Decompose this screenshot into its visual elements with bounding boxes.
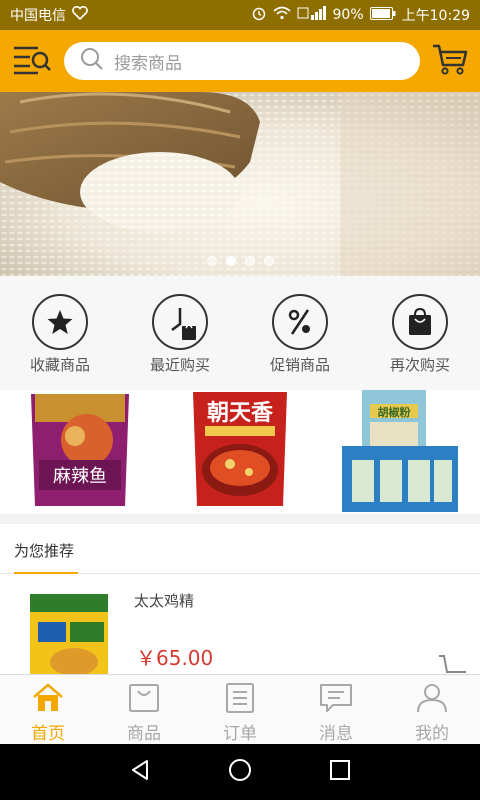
strip-product-1[interactable]: 麻辣鱼: [0, 390, 160, 514]
strip-product-2-name: 朝天香: [207, 400, 273, 426]
recommend-item-name: 太太鸡精: [134, 592, 195, 610]
strip-product-3-name: 胡椒粉: [378, 405, 411, 419]
message-icon: [319, 683, 353, 717]
search-icon: [80, 47, 104, 75]
home-circle-icon[interactable]: [228, 758, 252, 786]
recommend-item-price: ￥65.00: [136, 646, 214, 670]
quick-promotion[interactable]: 促销商品: [240, 276, 360, 390]
system-nav-bar: [0, 744, 480, 800]
pepper-powder-box-image: 胡椒粉: [342, 390, 458, 512]
strip-product-3[interactable]: 胡椒粉: [320, 390, 480, 514]
tab-products[interactable]: 商品: [96, 675, 192, 744]
back-icon[interactable]: [129, 759, 151, 785]
bag-icon: [392, 294, 448, 350]
header: 搜索商品: [0, 30, 480, 92]
bottom-tab-bar: 首页 商品 订单 消息 我的: [0, 674, 480, 744]
product-strip: 麻辣鱼 朝天香 胡椒粉: [0, 390, 480, 514]
tab-messages[interactable]: 消息: [288, 675, 384, 744]
status-bar: 中国电信 90% 上午10:29: [0, 0, 480, 30]
hotpot-seasoning-package-image: 朝天香: [193, 392, 287, 506]
quick-favorites[interactable]: 收藏商品: [0, 276, 120, 390]
carousel-dot-active[interactable]: [225, 256, 236, 266]
percent-icon: [272, 294, 328, 350]
signal-icon: [297, 6, 327, 24]
clock-bag-icon: [152, 294, 208, 350]
order-icon: [223, 683, 257, 717]
recommend-item[interactable]: 太太鸡精 ￥65.00: [0, 574, 480, 682]
user-icon: [415, 683, 449, 717]
heart-icon: [72, 5, 88, 24]
alarm-icon: [251, 5, 267, 25]
tab-recommend[interactable]: 为您推荐: [14, 540, 74, 561]
quick-actions: 收藏商品 最近购买 促销商品 再次购买: [0, 276, 480, 390]
menu-search-icon: [12, 43, 52, 79]
rice-banner-image: [0, 92, 480, 276]
recommend-section: 为您推荐 太太鸡精 ￥65.00: [0, 524, 480, 682]
tab-orders[interactable]: 订单: [192, 675, 288, 744]
tab-products-label: 商品: [127, 724, 161, 744]
chicken-essence-package-image: [30, 594, 108, 682]
search-input[interactable]: 搜索商品: [64, 42, 420, 80]
bag-icon: [127, 683, 161, 717]
quick-promotion-label: 促销商品: [269, 356, 330, 374]
quick-rebuy-label: 再次购买: [389, 356, 450, 374]
tab-profile-label: 我的: [415, 724, 449, 744]
tab-home-label: 首页: [31, 724, 65, 744]
quick-rebuy[interactable]: 再次购买: [360, 276, 480, 390]
cart-button[interactable]: [420, 30, 480, 92]
carousel-dot[interactable]: [206, 256, 217, 266]
recents-icon[interactable]: [329, 759, 351, 785]
tab-messages-label: 消息: [319, 724, 353, 744]
quick-recent-label: 最近购买: [149, 356, 210, 374]
strip-product-2[interactable]: 朝天香: [160, 390, 320, 514]
recommend-tabs: 为您推荐: [0, 524, 480, 574]
battery-percent: 90%: [332, 7, 364, 23]
banner-carousel[interactable]: [0, 92, 480, 276]
home-icon: [31, 683, 65, 717]
spicy-fish-package-image: 麻辣鱼: [31, 394, 129, 506]
tab-home[interactable]: 首页: [0, 675, 96, 744]
carousel-indicators: [0, 256, 480, 266]
battery-icon: [369, 6, 396, 24]
quick-recent[interactable]: 最近购买: [120, 276, 240, 390]
carousel-dot[interactable]: [244, 256, 255, 266]
screen: 中国电信 90% 上午10:29 搜索商品 收藏商品 最近购买 促销商品 再次购…: [0, 0, 480, 800]
strip-product-1-name: 麻辣鱼: [53, 466, 107, 487]
search-placeholder: 搜索商品: [114, 53, 182, 74]
tab-orders-label: 订单: [223, 724, 257, 744]
star-icon: [32, 294, 88, 350]
quick-favorites-label: 收藏商品: [29, 356, 90, 374]
carrier-label: 中国电信: [10, 8, 66, 24]
cart-icon: [432, 43, 468, 79]
category-menu-button[interactable]: [0, 30, 64, 92]
tab-profile[interactable]: 我的: [384, 675, 480, 744]
clock-time: 上午10:29: [401, 8, 470, 24]
wifi-icon: [272, 6, 291, 24]
carousel-dot[interactable]: [263, 256, 274, 266]
